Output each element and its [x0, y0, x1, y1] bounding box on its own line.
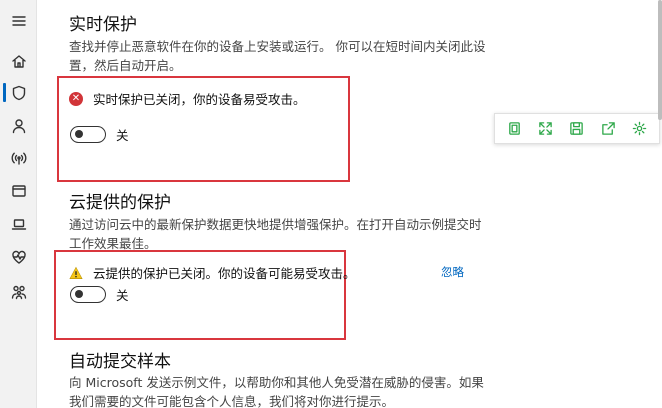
- alert-realtime: ✕ 实时保护已关闭，你的设备易受攻击。: [69, 89, 306, 108]
- save-icon[interactable]: [567, 119, 587, 139]
- expand-icon[interactable]: [536, 119, 556, 139]
- section-description-realtime: 查找并停止恶意软件在你的设备上安装或运行。 你可以在短时间内关闭此设置，然后自动…: [69, 39, 486, 73]
- heart-pulse-icon[interactable]: [10, 248, 28, 266]
- alert-cloud: 云提供的保护已关闭。你的设备可能易受攻击。: [69, 263, 356, 282]
- shield-icon[interactable]: [10, 84, 28, 102]
- alert-text-cloud: 云提供的保护已关闭。你的设备可能易受攻击。: [93, 266, 356, 281]
- dismiss-link-cloud[interactable]: 忽略: [441, 264, 464, 280]
- floating-toolbar: [494, 113, 660, 144]
- section-title-realtime: 实时保护: [69, 15, 137, 35]
- family-icon[interactable]: [10, 283, 28, 301]
- scrollbar[interactable]: [658, 0, 662, 120]
- settings-gear-icon[interactable]: [629, 119, 649, 139]
- toggle-row-cloud: 关: [70, 285, 129, 304]
- person-icon[interactable]: [10, 117, 28, 135]
- alert-text-realtime: 实时保护已关闭，你的设备易受攻击。: [93, 92, 306, 107]
- sidebar-nav: [0, 0, 37, 408]
- home-icon[interactable]: [10, 52, 28, 70]
- copy-icon[interactable]: [505, 119, 525, 139]
- toggle-realtime[interactable]: [70, 126, 106, 143]
- toggle-cloud[interactable]: [70, 286, 106, 303]
- section-title-sample: 自动提交样本: [69, 352, 171, 372]
- wifi-antenna-icon[interactable]: [10, 149, 28, 167]
- section-description-sample: 向 Microsoft 发送示例文件，以帮助你和其他人免受潜在威胁的侵害。如果我…: [69, 375, 484, 408]
- warning-triangle-icon: [69, 266, 83, 280]
- share-export-icon[interactable]: [598, 119, 618, 139]
- toggle-knob: [75, 130, 83, 138]
- toggle-label-realtime: 关: [116, 128, 129, 143]
- toggle-knob: [75, 290, 83, 298]
- active-nav-indicator: [3, 83, 6, 102]
- hamburger-menu-icon[interactable]: [10, 12, 28, 30]
- section-description-cloud: 通过访问云中的最新保护数据更快地提供增强保护。在打开自动示例提交时工作效果最佳。: [69, 217, 482, 251]
- toggle-label-cloud: 关: [116, 288, 129, 303]
- main-content: 实时保护 查找并停止恶意软件在你的设备上安装或运行。 你可以在短时间内关闭此设置…: [37, 0, 662, 408]
- browser-window-icon[interactable]: [10, 182, 28, 200]
- laptop-icon[interactable]: [10, 215, 28, 233]
- error-x-icon: ✕: [69, 91, 83, 106]
- section-title-cloud: 云提供的保护: [69, 193, 171, 213]
- toggle-row-realtime: 关: [70, 125, 129, 144]
